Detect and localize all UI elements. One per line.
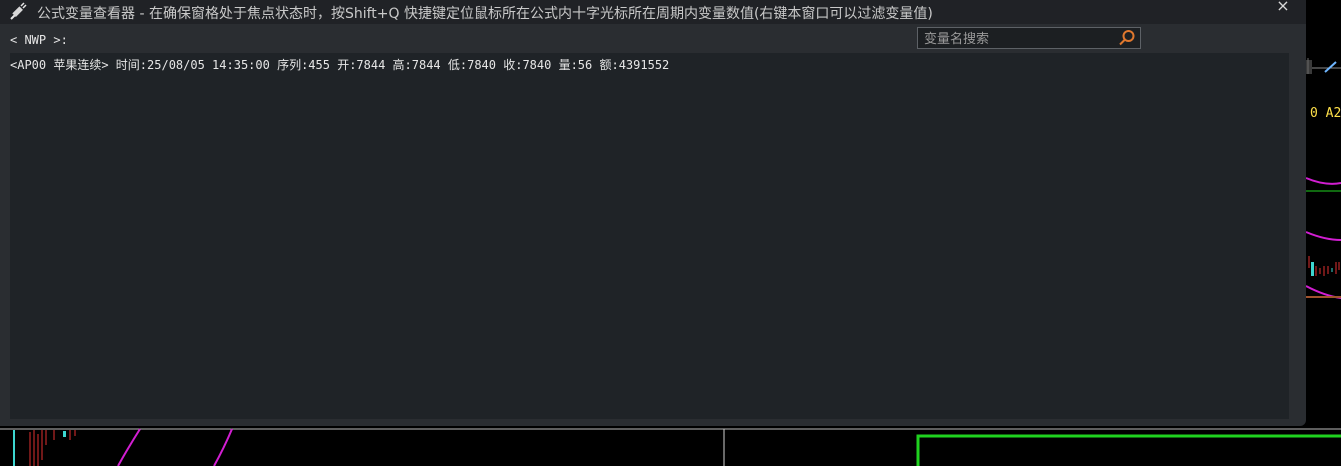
window-title: 公式变量查看器 - 在确保窗格处于焦点状态时，按Shift+Q 快捷键定位鼠标所… <box>37 6 933 22</box>
bar-info-line: <AP00 苹果连续> 时间:25/08/05 14:35:00 序列:455 … <box>10 58 670 72</box>
syringe-app-icon <box>10 2 27 20</box>
variable-search-input[interactable] <box>922 29 1116 49</box>
variable-values-panel: <AP00 苹果连续> 时间:25/08/05 14:35:00 序列:455 … <box>10 53 1289 419</box>
indicator-value-label: 0 A2:( <box>1310 106 1341 121</box>
close-button[interactable]: × <box>1274 0 1292 16</box>
candles-right <box>1308 256 1340 276</box>
variable-search-box[interactable] <box>917 27 1141 49</box>
title-bar[interactable]: 公式变量查看器 - 在确保窗格处于焦点状态时，按Shift+Q 快捷键定位鼠标所… <box>0 0 1306 24</box>
search-icon[interactable] <box>1118 29 1136 47</box>
formula-variable-viewer-window: 公式变量查看器 - 在确保窗格处于焦点状态时，按Shift+Q 快捷键定位鼠标所… <box>0 0 1306 426</box>
magenta-curve-bottom-2 <box>213 428 233 466</box>
green-step-line <box>916 434 1341 466</box>
magenta-curve-bottom-1 <box>117 428 141 466</box>
candles-bottom-left <box>13 430 76 466</box>
magenta-band-upper-right <box>1305 177 1341 185</box>
formula-name-label: < NWP >: <box>10 33 68 47</box>
chart-toolbar-button-partial[interactable] <box>1306 60 1312 74</box>
magenta-band-mid-right <box>1305 231 1341 241</box>
draw-line-icon[interactable] <box>1324 61 1337 73</box>
